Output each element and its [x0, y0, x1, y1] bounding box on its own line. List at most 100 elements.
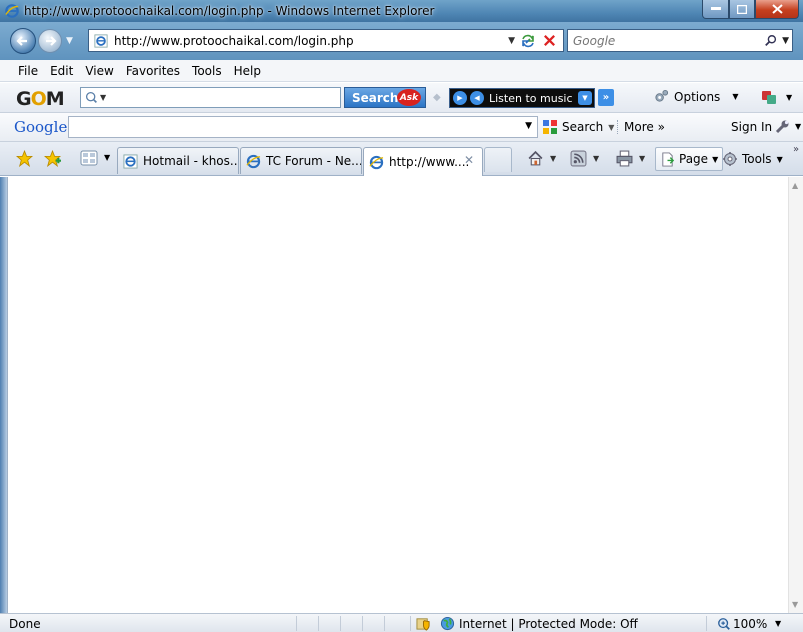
menu-view[interactable]: View — [85, 64, 113, 78]
gom-options-button[interactable]: Options ▼ — [654, 89, 738, 104]
google-search-options-dropdown[interactable]: ▼ — [608, 123, 614, 132]
print-icon — [616, 150, 633, 167]
menu-tools[interactable]: Tools — [192, 64, 222, 78]
recent-pages-dropdown[interactable]: ▼ — [66, 36, 73, 46]
menu-help[interactable]: Help — [234, 64, 261, 78]
stop-icon[interactable] — [542, 33, 557, 48]
search-magnifier-icon[interactable] — [764, 34, 778, 48]
ask-logo-icon: Ask — [397, 89, 421, 106]
gom-search-input[interactable]: ▼ — [80, 87, 341, 108]
new-tab-button[interactable] — [484, 147, 512, 172]
google-settings-dropdown[interactable]: ▼ — [795, 122, 801, 131]
tab-label: http://www.... — [389, 155, 470, 169]
window-title: http://www.protoochaikal.com/login.php -… — [24, 4, 435, 18]
gom-logo-g: G — [16, 88, 32, 110]
search-input[interactable] — [573, 33, 743, 48]
minimize-button[interactable] — [702, 0, 729, 19]
zoom-level-button[interactable]: 100% — [717, 617, 767, 631]
options-dropdown[interactable]: ▼ — [732, 92, 738, 101]
tab-hotmail[interactable]: Hotmail - khos... — [117, 147, 239, 174]
menu-favorites[interactable]: Favorites — [126, 64, 180, 78]
menu-file[interactable]: File — [18, 64, 38, 78]
google-more-button[interactable]: More » — [617, 120, 665, 134]
ie-icon — [246, 154, 261, 168]
home-dropdown[interactable]: ▼ — [550, 154, 556, 163]
gom-logo-m: M — [45, 88, 65, 110]
google-search-button[interactable]: Search ▼ — [542, 119, 614, 135]
vertical-scrollbar[interactable]: ▲ ▼ — [788, 177, 803, 613]
favorites-star-icon[interactable] — [16, 150, 33, 167]
status-divider — [318, 616, 319, 631]
security-zone-text[interactable]: Internet | Protected Mode: Off — [459, 617, 638, 631]
ie-icon — [5, 4, 19, 18]
window-left-edge — [0, 177, 7, 613]
gom-logo[interactable]: GOM — [16, 88, 65, 110]
forward-button[interactable] — [38, 29, 62, 53]
tab-tc-forum[interactable]: TC Forum - Ne... — [240, 147, 362, 174]
gom-extra-dropdown[interactable]: ▼ — [786, 93, 792, 102]
feeds-button[interactable]: ▼ — [570, 150, 599, 167]
tab-close-icon[interactable]: ✕ — [464, 153, 474, 167]
tools-menu-button[interactable]: Tools ▼ — [722, 151, 783, 167]
ie-icon — [123, 153, 138, 169]
url-text: http://www.protoochaikal.com/login.php — [114, 33, 354, 48]
home-button[interactable]: ▼ — [527, 150, 556, 167]
refresh-icon[interactable] — [520, 33, 536, 49]
tab-list-dropdown[interactable]: ▼ — [104, 153, 110, 162]
page-icon — [662, 151, 675, 167]
menu-edit[interactable]: Edit — [50, 64, 73, 78]
back-button[interactable] — [10, 28, 36, 54]
wrench-icon[interactable] — [774, 119, 790, 135]
google-search-label: Search — [562, 120, 604, 134]
window-controls — [702, 0, 799, 19]
music-label: Listen to music — [489, 91, 573, 105]
music-dropdown[interactable]: ▼ — [578, 91, 592, 105]
tab-active-page[interactable]: http://www.... ✕ — [363, 147, 483, 176]
google-logo[interactable]: Google — [14, 118, 67, 136]
gom-more-chevron[interactable]: » — [598, 89, 614, 106]
status-divider — [362, 616, 363, 631]
scroll-down-arrow-icon[interactable]: ▼ — [792, 600, 798, 609]
google-sign-in-link[interactable]: Sign In — [731, 120, 772, 134]
status-divider — [384, 616, 385, 631]
ie-icon — [369, 155, 384, 169]
status-text: Done — [9, 617, 41, 631]
page-content[interactable] — [7, 177, 788, 613]
shield-icon[interactable] — [416, 616, 431, 631]
tab-bar: ▼ Hotmail - khos... TC Forum - Ne... htt… — [0, 142, 803, 176]
page-menu-button[interactable]: Page ▼ — [655, 147, 724, 171]
add-favorites-icon[interactable] — [44, 150, 61, 167]
tools-menu-dropdown: ▼ — [776, 154, 783, 164]
command-bar-overflow-chevron[interactable]: » — [793, 144, 799, 155]
close-button[interactable] — [755, 0, 799, 19]
menu-bar: File Edit View Favorites Tools Help — [0, 60, 803, 82]
print-dropdown[interactable]: ▼ — [639, 154, 645, 163]
volume-icon[interactable]: ◀ — [470, 91, 484, 105]
gom-logo-o: O — [30, 88, 47, 110]
quick-tabs-icon[interactable] — [80, 150, 98, 166]
search-magnifier-icon — [85, 91, 97, 103]
google-search-dropdown[interactable]: ▼ — [525, 121, 532, 131]
music-player[interactable]: ▶ ◀ Listen to music ▼ — [449, 88, 595, 108]
feeds-dropdown[interactable]: ▼ — [593, 154, 599, 163]
print-button[interactable]: ▼ — [616, 150, 645, 167]
gom-search-dropdown[interactable]: ▼ — [100, 93, 106, 102]
search-box[interactable]: ▼ — [567, 29, 793, 52]
gom-extra-button[interactable]: ▼ — [760, 88, 792, 106]
toolbar-separator: ◆ — [433, 92, 441, 103]
scroll-up-arrow-icon[interactable]: ▲ — [792, 181, 798, 190]
url-dropdown[interactable]: ▼ — [508, 36, 515, 46]
gom-extension-icon — [762, 91, 776, 104]
gear-icon — [655, 89, 669, 102]
zoom-dropdown[interactable]: ▼ — [775, 619, 781, 628]
play-icon[interactable]: ▶ — [453, 91, 467, 105]
minimize-icon — [710, 7, 721, 10]
search-provider-dropdown[interactable]: ▼ — [782, 36, 789, 46]
home-icon — [528, 150, 543, 166]
address-field[interactable]: http://www.protoochaikal.com/login.php ▼ — [88, 29, 564, 52]
maximize-button[interactable] — [729, 0, 755, 19]
back-arrow-icon — [16, 36, 27, 46]
gom-search-button-label: Search — [352, 90, 399, 105]
google-search-input[interactable]: ▼ — [68, 116, 538, 138]
gom-search-button[interactable]: Search Ask — [344, 87, 426, 108]
